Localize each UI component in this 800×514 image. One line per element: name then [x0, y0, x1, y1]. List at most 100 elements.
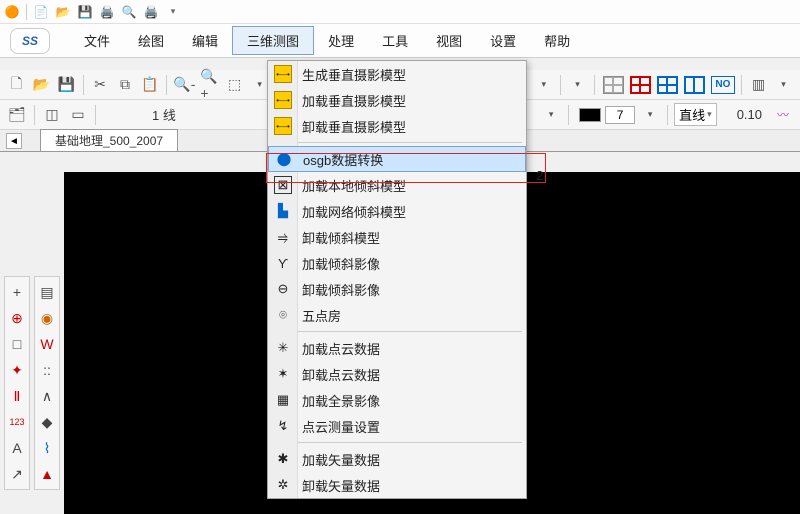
menu-view[interactable]: 视图 — [422, 27, 476, 54]
menu-help[interactable]: 帮助 — [530, 27, 584, 54]
tb-entities-icon[interactable]: ◫ — [41, 104, 63, 126]
pal-star-icon[interactable]: ✦ — [8, 361, 26, 379]
img-unload-icon: ⊖ — [274, 280, 292, 298]
tb-zoom-out-icon[interactable]: 🔍- — [173, 74, 195, 96]
mi-label: 加载矢量数据 — [302, 450, 380, 469]
pal-dots-icon[interactable]: :: — [38, 361, 56, 379]
mi-load-pointcloud[interactable]: ✳ 加载点云数据 — [268, 335, 526, 361]
pal-text-icon[interactable]: A — [8, 439, 26, 457]
layout1-icon[interactable] — [603, 76, 624, 94]
tb-toggle-icon[interactable]: ▥ — [748, 74, 769, 96]
mi-unload-oblique[interactable]: ⥤卸载倾斜模型 — [268, 224, 526, 250]
mi-osgb-convert[interactable]: ⬤osgb数据转换 — [268, 146, 526, 172]
mi-load-panorama[interactable]: ▦加载全景影像 — [268, 387, 526, 413]
tb-more-icon[interactable]: ▾ — [567, 74, 588, 96]
pc-load-icon: ✳ — [274, 339, 292, 357]
menu-draw[interactable]: 绘图 — [124, 27, 178, 54]
mi-unload-vector[interactable]: ✲卸载矢量数据 — [268, 472, 526, 498]
pal-list-icon[interactable]: ▤ — [38, 283, 56, 301]
vec-load-icon: ✱ — [274, 450, 292, 468]
pc-unload-icon: ✶ — [274, 365, 292, 383]
save-icon[interactable]: 💾 — [77, 4, 93, 20]
tb-dropdown2-icon[interactable]: ▾ — [533, 74, 554, 96]
tb-zoom-win-icon[interactable]: ⬚ — [224, 74, 245, 96]
layout3-icon[interactable] — [657, 76, 678, 94]
mi-label: 加载点云数据 — [302, 339, 380, 358]
pal-plus-icon[interactable]: + — [8, 283, 26, 301]
palette-draw: + ⊕ □ ✦ Ⅱ 123 A ↗ — [4, 276, 30, 490]
menu-3d-survey-dropdown: •—•生成垂直摄影模型 •—•加载垂直摄影模型 •—•卸载垂直摄影模型 ⬤osg… — [267, 60, 527, 499]
mi-load-oblique-image[interactable]: ϒ加载倾斜影像 — [268, 250, 526, 276]
mi-load-local-oblique[interactable]: ⊠加载本地倾斜模型 — [268, 172, 526, 198]
layout2-icon[interactable] — [630, 76, 651, 94]
bus-icon: •—• — [274, 65, 292, 83]
mi-gen-vertical-model[interactable]: •—•生成垂直摄影模型 — [268, 61, 526, 87]
pal-w-icon[interactable]: W — [38, 335, 56, 353]
pal-peak-icon[interactable]: ∧ — [38, 387, 56, 405]
pal-wave-icon[interactable]: ⌇ — [38, 439, 56, 457]
mi-label: 卸载倾斜影像 — [302, 280, 380, 299]
vec-unload-icon: ✲ — [274, 476, 292, 494]
menu-process[interactable]: 处理 — [314, 27, 368, 54]
tb-popup-icon[interactable]: ▭ — [67, 104, 89, 126]
tb-layers-icon[interactable]: 🗂 — [6, 104, 28, 126]
mi-label: 卸载倾斜模型 — [302, 228, 380, 247]
print-icon[interactable]: 🖨️ — [143, 4, 159, 20]
pal-arrow-icon[interactable]: ↗ — [8, 465, 26, 483]
bus-icon: •—• — [274, 91, 292, 109]
mi-label: 加载倾斜影像 — [302, 254, 380, 273]
title-dropdown-icon[interactable]: ▾ — [165, 4, 181, 20]
preview-icon[interactable]: 🔍 — [121, 4, 137, 20]
menu-separator — [298, 331, 522, 332]
tb-cut-icon[interactable]: ✂ — [90, 74, 111, 96]
wave-icon[interactable]: 〰 — [772, 108, 794, 122]
menu-tools[interactable]: 工具 — [368, 27, 422, 54]
menu-file[interactable]: 文件 — [70, 27, 124, 54]
layout4-icon[interactable] — [684, 76, 705, 94]
tb-zoom-in-icon[interactable]: 🔍+ — [199, 74, 220, 96]
menu-bar: SS 文件 绘图 编辑 三维测图 处理 工具 视图 设置 帮助 — [0, 24, 800, 58]
linestyle-dropdown[interactable]: 直线▾ — [674, 103, 717, 126]
mi-pointcloud-settings[interactable]: ↯点云测量设置 — [268, 413, 526, 439]
pal-diamond-icon[interactable]: ◆ — [38, 413, 56, 431]
tb-more3-icon[interactable]: ▾ — [540, 104, 562, 126]
new-icon[interactable]: 📄 — [33, 4, 49, 20]
pal-target-icon[interactable]: ◉ — [38, 309, 56, 327]
tb-paste-icon[interactable]: 📋 — [139, 74, 160, 96]
pal-tri-icon[interactable]: ▲ — [38, 465, 56, 483]
mi-unload-pointcloud[interactable]: ✶卸载点云数据 — [268, 361, 526, 387]
convert-icon: ⬤ — [275, 150, 293, 168]
menu-separator — [298, 442, 522, 443]
tab-active[interactable]: 基础地理_500_2007 — [40, 129, 178, 151]
mi-load-net-oblique[interactable]: ▙加载网络倾斜模型 — [268, 198, 526, 224]
layout-no-icon[interactable]: NO — [711, 76, 736, 94]
title-bar: 🟠 📄 📂 💾 🖨️ 🔍 🖨️ ▾ — [0, 0, 800, 24]
menu-3d-survey[interactable]: 三维测图 — [232, 26, 314, 55]
pal-rect-icon[interactable]: □ — [8, 335, 26, 353]
pal-dim-icon[interactable]: Ⅱ — [8, 387, 26, 405]
print-all-icon[interactable]: 🖨️ — [99, 4, 115, 20]
pal-num-icon[interactable]: 123 — [8, 413, 26, 431]
tb-more2-icon[interactable]: ▾ — [773, 74, 794, 96]
mi-unload-oblique-image[interactable]: ⊖ 卸载倾斜影像 — [268, 276, 526, 302]
color-swatch[interactable] — [579, 108, 601, 122]
tb-new-icon[interactable]: 🗋 — [6, 74, 27, 96]
size-dropdown-icon[interactable]: ▾ — [639, 104, 661, 126]
open-icon[interactable]: 📂 — [55, 4, 71, 20]
tb-open-icon[interactable]: 📂 — [31, 74, 52, 96]
tab-scroll-left-icon[interactable]: ◄ — [6, 133, 22, 149]
menu-separator — [298, 142, 522, 143]
tb-save-icon[interactable]: 💾 — [56, 74, 77, 96]
size-input[interactable] — [605, 106, 635, 124]
tb-copy-icon[interactable]: ⧉ — [115, 74, 136, 96]
mi-load-vector[interactable]: ✱ 加载矢量数据 — [268, 446, 526, 472]
mi-unload-vertical-model[interactable]: •—•卸载垂直摄影模型 — [268, 113, 526, 139]
menu-edit[interactable]: 编辑 — [178, 27, 232, 54]
mi-five-point-house[interactable]: ⌾五点房 — [268, 302, 526, 328]
settings-icon: ↯ — [274, 417, 292, 435]
mi-load-vertical-model[interactable]: •—•加载垂直摄影模型 — [268, 87, 526, 113]
app-logo: SS — [10, 28, 50, 54]
menu-settings[interactable]: 设置 — [476, 27, 530, 54]
pal-circleplus-icon[interactable]: ⊕ — [8, 309, 26, 327]
mi-label: 五点房 — [302, 306, 341, 325]
